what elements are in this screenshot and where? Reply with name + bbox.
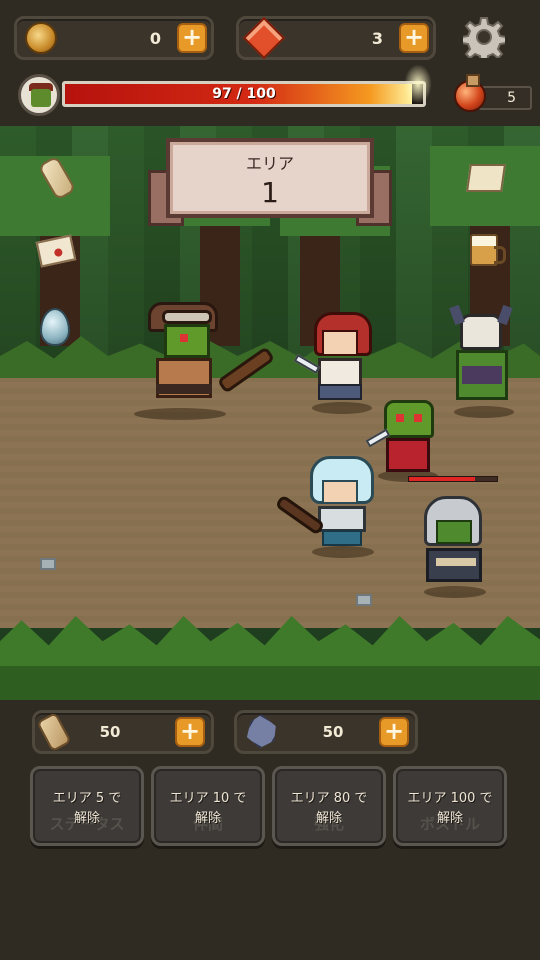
area-number: 1 <box>261 176 279 209</box>
potion-value: 5 <box>478 86 532 110</box>
hp-text: 97 / 100 <box>212 86 276 102</box>
locked-button-upgrade[interactable]: 強化 エリア 80 で 解除 <box>272 766 386 846</box>
add-coins-button[interactable]: + <box>177 23 207 53</box>
map-icon[interactable] <box>466 164 506 192</box>
egg-icon[interactable] <box>40 308 70 346</box>
bottom-panel: 50 + 50 + ステータス エリア 5 で 解除 仲間 エリア 10 で 解… <box>0 700 540 960</box>
mug-icon[interactable] <box>470 234 506 266</box>
locked-button-status[interactable]: ステータス エリア 5 で 解除 <box>30 766 144 846</box>
player-hp: 97 / 100 <box>18 64 432 118</box>
scroll-value: 50 <box>99 723 121 741</box>
add-scrolls-button[interactable]: + <box>175 717 205 747</box>
helmet-goblin[interactable] <box>410 492 500 602</box>
locked-button-label: エリア 100 で 解除 <box>407 791 493 826</box>
goblin-boss[interactable] <box>120 296 280 436</box>
gear-icon[interactable] <box>463 16 505 58</box>
avatar[interactable] <box>18 74 60 116</box>
locked-button-label: エリア 80 で 解除 <box>290 791 368 826</box>
pebble <box>356 594 372 606</box>
enemy-hp-bar <box>408 476 498 482</box>
hp-bar: 97 / 100 <box>62 81 426 107</box>
top-hud: 0 + 3 + 97 / 100 5 <box>0 0 540 126</box>
coin-counter: 0 + <box>14 16 214 60</box>
locked-button-party[interactable]: 仲間 エリア 10 で 解除 <box>151 766 265 846</box>
skull-goblin[interactable] <box>444 304 524 422</box>
gem-counter: 3 + <box>236 16 436 60</box>
gem-value: 3 <box>371 29 383 48</box>
potion-icon <box>454 74 486 112</box>
hp-spark <box>404 64 432 104</box>
locked-button-label: エリア 10 で 解除 <box>169 791 247 826</box>
area-label: エリア <box>245 154 294 173</box>
enemy-hp-fill <box>409 477 475 481</box>
coin-icon <box>25 22 57 54</box>
add-ore-button[interactable]: + <box>379 717 409 747</box>
locked-button-boss[interactable]: ボストル エリア 100 で 解除 <box>393 766 507 846</box>
hero-white-hair[interactable] <box>274 452 384 562</box>
coin-value: 0 <box>149 29 161 48</box>
battle-scene: エリア 1 <box>0 126 540 700</box>
ore-counter: 50 + <box>234 710 418 754</box>
area-sign: エリア 1 <box>148 138 392 234</box>
scroll-counter: 50 + <box>32 710 214 754</box>
potion-counter[interactable]: 5 <box>452 74 534 116</box>
locked-button-label: エリア 5 で 解除 <box>52 791 122 826</box>
pebble <box>40 558 56 570</box>
gem-icon <box>242 16 286 60</box>
add-gems-button[interactable]: + <box>399 23 429 53</box>
